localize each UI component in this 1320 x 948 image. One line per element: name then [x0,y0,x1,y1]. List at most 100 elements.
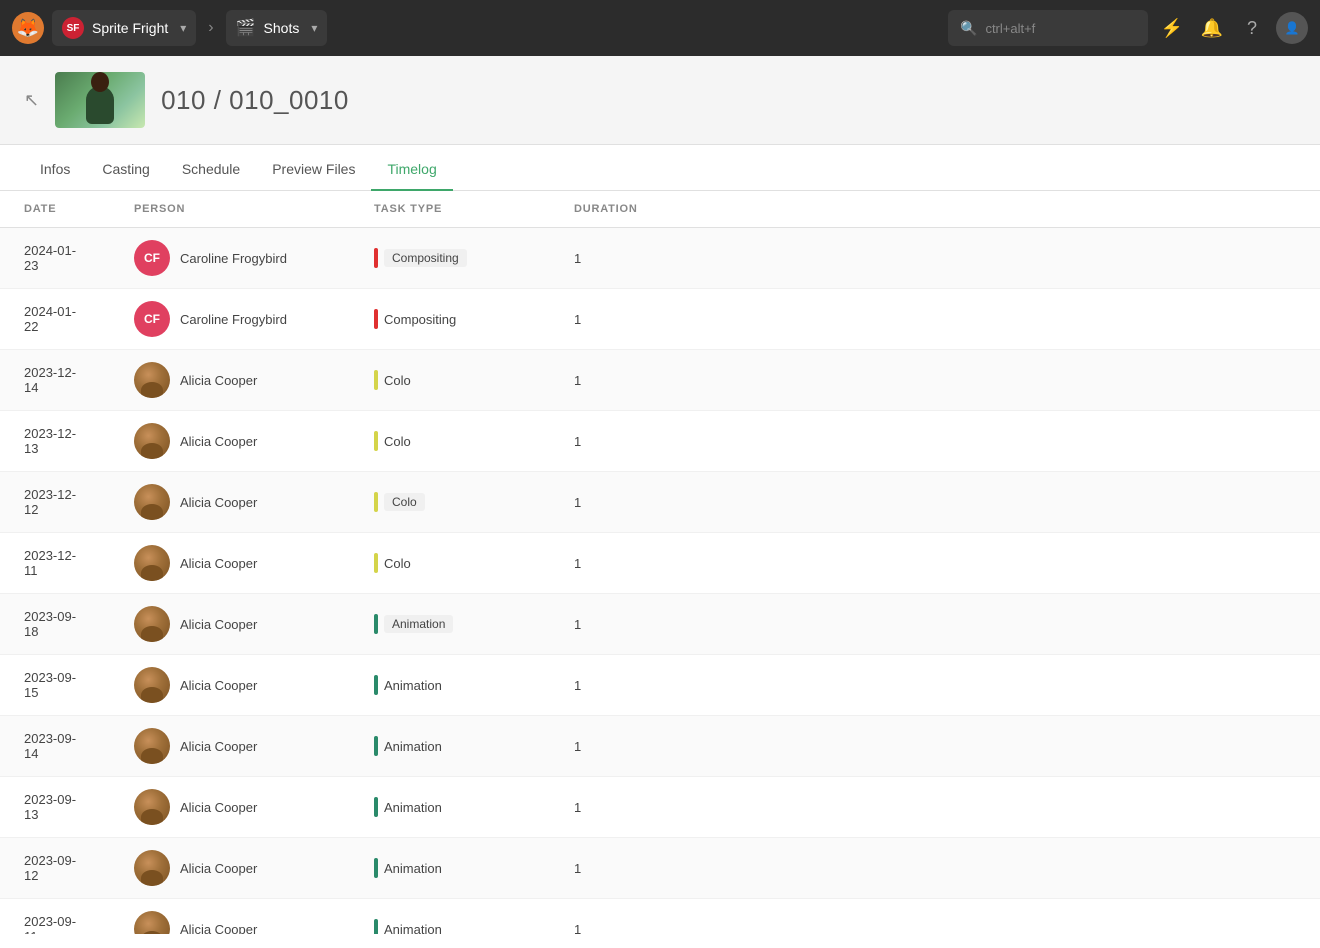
shot-title: 010 / 010_0010 [161,85,349,116]
avatar: CF [134,301,170,337]
task-color-bar [374,919,378,934]
cell-date: 2023-12-12 [0,472,110,533]
task-label: Compositing [384,249,467,267]
cell-person: Alicia Cooper [110,716,350,777]
task-label: Animation [384,861,442,876]
avatar [134,728,170,764]
cell-date: 2023-12-13 [0,411,110,472]
task-color-bar [374,736,378,756]
cell-task-type: Animation [350,594,550,655]
table-row: 2023-09-15Alicia CooperAnimation1 [0,655,1320,716]
col-task-type: TASK TYPE [350,191,550,228]
task-color-bar [374,797,378,817]
cell-person: Alicia Cooper [110,533,350,594]
table-row: 2023-09-18Alicia CooperAnimation1 [0,594,1320,655]
table-container[interactable]: DATE PERSON TASK TYPE DURATION 2024-01-2… [0,191,1320,934]
person-name: Alicia Cooper [180,739,257,754]
table-row: 2023-09-12Alicia CooperAnimation1 [0,838,1320,899]
avatar [134,545,170,581]
cell-duration: 1 [550,899,1320,935]
table-row: 2023-09-11Alicia CooperAnimation1 [0,899,1320,935]
tab-preview-files[interactable]: Preview Files [256,145,371,191]
cell-task-type: Colo [350,472,550,533]
help-button[interactable]: ? [1236,12,1268,44]
cell-task-type: Animation [350,655,550,716]
cell-task-type: Colo [350,411,550,472]
task-color-bar [374,248,378,268]
shot-thumbnail [55,72,145,128]
task-label: Animation [384,615,453,633]
tab-casting[interactable]: Casting [86,145,165,191]
cell-task-type: Animation [350,899,550,935]
person-name: Alicia Cooper [180,617,257,632]
cell-date: 2024-01-23 [0,228,110,289]
person-name: Caroline Frogybird [180,312,287,327]
search-box[interactable]: 🔍 ctrl+alt+f [948,10,1148,46]
bell-icon: 🔔 [1201,18,1223,39]
cell-task-type: Colo [350,350,550,411]
help-icon: ? [1247,18,1257,39]
table-row: 2023-12-11Alicia CooperColo1 [0,533,1320,594]
cell-date: 2023-12-14 [0,350,110,411]
section-selector[interactable]: 🎬 Shots ▾ [226,10,328,46]
cell-duration: 1 [550,228,1320,289]
cell-person: Alicia Cooper [110,594,350,655]
task-color-bar [374,309,378,329]
table-row: 2023-12-13Alicia CooperColo1 [0,411,1320,472]
task-color-bar [374,675,378,695]
cell-date: 2023-12-11 [0,533,110,594]
page-header: ↖ 010 / 010_0010 [0,56,1320,145]
task-label: Animation [384,678,442,693]
tab-infos[interactable]: Infos [24,145,86,191]
person-name: Alicia Cooper [180,495,257,510]
person-name: Caroline Frogybird [180,251,287,266]
back-icon: ↖ [24,90,39,111]
user-avatar[interactable]: 👤 [1276,12,1308,44]
person-name: Alicia Cooper [180,678,257,693]
cell-task-type: Compositing [350,228,550,289]
search-icon: 🔍 [960,20,977,37]
tab-schedule[interactable]: Schedule [166,145,256,191]
table-row: 2023-12-14Alicia CooperColo1 [0,350,1320,411]
person-name: Alicia Cooper [180,373,257,388]
task-label: Colo [384,434,411,449]
task-label: Animation [384,739,442,754]
task-color-bar [374,858,378,878]
cell-task-type: Animation [350,716,550,777]
lightning-icon: ⚡ [1161,18,1183,39]
character-head [91,72,109,92]
table-row: 2023-09-13Alicia CooperAnimation1 [0,777,1320,838]
project-dot: SF [62,17,84,39]
cell-task-type: Animation [350,838,550,899]
tab-timelog[interactable]: Timelog [371,145,452,191]
main-content: InfosCastingSchedulePreview FilesTimelog… [0,145,1320,948]
project-selector[interactable]: SF Sprite Fright ▾ [52,10,196,46]
table-row: 2024-01-23CFCaroline FrogybirdCompositin… [0,228,1320,289]
cell-task-type: Compositing [350,289,550,350]
table-row: 2023-12-12Alicia CooperColo1 [0,472,1320,533]
person-name: Alicia Cooper [180,556,257,571]
task-color-bar [374,492,378,512]
bell-button[interactable]: 🔔 [1196,12,1228,44]
avatar [134,484,170,520]
cell-person: Alicia Cooper [110,838,350,899]
project-name: Sprite Fright [92,20,168,36]
person-name: Alicia Cooper [180,800,257,815]
app-logo[interactable]: 🦊 [12,12,44,44]
cell-date: 2024-01-22 [0,289,110,350]
avatar [134,362,170,398]
back-button[interactable]: ↖ [24,90,39,111]
cell-person: Alicia Cooper [110,655,350,716]
lightning-button[interactable]: ⚡ [1156,12,1188,44]
cell-date: 2023-09-18 [0,594,110,655]
cell-date: 2023-09-12 [0,838,110,899]
col-date: DATE [0,191,110,228]
task-label: Colo [384,373,411,388]
cell-person: Alicia Cooper [110,472,350,533]
character-silhouette [86,86,114,124]
person-name: Alicia Cooper [180,922,257,935]
table-row: 2024-01-22 CF Caroline Frogybird Compositin… [0,289,1320,350]
task-color-bar [374,614,378,634]
task-label: Compositing [384,312,456,327]
col-person: PERSON [110,191,350,228]
